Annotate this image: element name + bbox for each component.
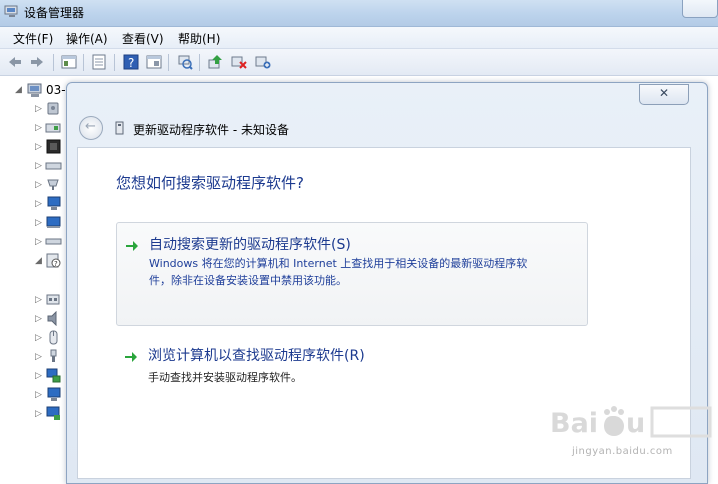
browse-option[interactable]: 浏览计算机以查找驱动程序软件(R) 手动查找并安装驱动程序软件。: [116, 344, 586, 394]
processor-icon: [46, 139, 61, 154]
forward-icon[interactable]: [29, 54, 45, 70]
green-arrow-icon: [126, 241, 138, 251]
window-title: 设备管理器: [24, 6, 85, 20]
expand-icon[interactable]: ▷: [35, 409, 42, 419]
tree-root-label[interactable]: 03-: [46, 83, 66, 97]
disk-drive-icon: [47, 102, 59, 115]
expand-icon[interactable]: ▷: [35, 180, 42, 190]
auto-search-desc-line2: 件，除非在设备安装设置中禁用该功能。: [149, 274, 347, 287]
device-manager-icon: [4, 5, 18, 17]
menu-help[interactable]: 帮助(H): [178, 30, 220, 47]
expand-icon[interactable]: ▷: [35, 295, 42, 305]
cdrom-icon: [45, 162, 62, 170]
collapse-icon[interactable]: ◢: [35, 256, 42, 266]
expand-icon[interactable]: ▷: [35, 161, 42, 171]
window-titlebar: 设备管理器: [0, 0, 718, 27]
expand-icon[interactable]: ▷: [35, 218, 42, 228]
auto-search-desc-line1: Windows 将在您的计算机和 Internet 上查找用于相关设备的最新驱动…: [149, 257, 528, 270]
expand-icon[interactable]: ▷: [35, 199, 42, 209]
browse-desc: 手动查找并安装驱动程序软件。: [148, 371, 302, 384]
expand-icon[interactable]: ▷: [35, 390, 42, 400]
collapse-icon[interactable]: ◢: [15, 85, 22, 95]
mouse-icon: [49, 330, 58, 345]
expand-icon[interactable]: ▷: [35, 371, 42, 381]
svg-text:u: u: [626, 408, 645, 439]
expand-icon[interactable]: ▷: [35, 333, 42, 343]
expand-icon[interactable]: ▷: [35, 123, 42, 133]
ide-controller-icon: [45, 238, 62, 245]
display-adapter-icon: [46, 216, 61, 228]
keyboard-icon: [47, 179, 59, 190]
expand-icon[interactable]: ▷: [35, 237, 42, 247]
computer-icon: [27, 83, 42, 97]
browse-title[interactable]: 浏览计算机以查找驱动程序软件(R): [148, 345, 365, 365]
menu-view[interactable]: 查看(V): [122, 30, 164, 47]
uninstall-icon[interactable]: [255, 54, 271, 70]
back-arrow-icon: ←: [85, 119, 96, 134]
device-icon: [115, 121, 124, 135]
close-icon: ✕: [659, 86, 670, 100]
menu-bar: 文件(F) 操作(A) 查看(V) 帮助(H): [0, 27, 718, 49]
tree-view-icon[interactable]: [61, 54, 77, 70]
back-icon[interactable]: [7, 54, 23, 70]
expand-icon[interactable]: ▷: [35, 104, 42, 114]
expand-icon[interactable]: ▷: [35, 352, 42, 362]
auto-search-option[interactable]: 自动搜索更新的驱动程序软件(S) Windows 将在您的计算机和 Intern…: [116, 222, 588, 326]
expand-icon[interactable]: ▷: [35, 142, 42, 152]
green-arrow-icon: [125, 352, 137, 362]
port-icon: [46, 294, 60, 305]
window-close-button[interactable]: [682, 0, 718, 18]
dialog-close-button[interactable]: ✕: [639, 84, 689, 105]
back-button[interactable]: ←: [79, 116, 103, 140]
unknown-device-icon: ?: [46, 253, 61, 268]
toolbar: ?: [0, 49, 718, 76]
scan-hardware-icon[interactable]: [177, 54, 193, 70]
monitor-icon: [47, 387, 61, 401]
computer-icon: [47, 196, 61, 210]
expand-icon[interactable]: ▷: [35, 314, 42, 324]
menu-file[interactable]: 文件(F): [13, 30, 53, 47]
menu-action[interactable]: 操作(A): [66, 30, 108, 47]
help-icon[interactable]: ?: [123, 54, 139, 70]
network-icon: [46, 368, 61, 383]
update-driver-icon[interactable]: [207, 54, 223, 70]
search-question: 您想如何搜索驱动程序软件?: [116, 174, 304, 192]
svg-text:?: ?: [128, 56, 134, 70]
network-adapter-icon: [45, 123, 61, 133]
properties-icon[interactable]: [91, 54, 107, 70]
dialog-title: 更新驱动程序软件 - 未知设备: [133, 123, 289, 137]
console-icon[interactable]: [146, 54, 162, 70]
auto-search-title[interactable]: 自动搜索更新的驱动程序软件(S): [149, 234, 351, 254]
system-device-icon: [46, 406, 60, 420]
svg-text:?: ?: [54, 260, 58, 268]
watermark-site: jingyan.baidu.com: [572, 446, 673, 457]
svg-text:Bai: Bai: [550, 408, 598, 439]
usb-icon: [50, 349, 57, 362]
disable-icon[interactable]: [231, 54, 247, 70]
speaker-icon: [47, 311, 57, 326]
